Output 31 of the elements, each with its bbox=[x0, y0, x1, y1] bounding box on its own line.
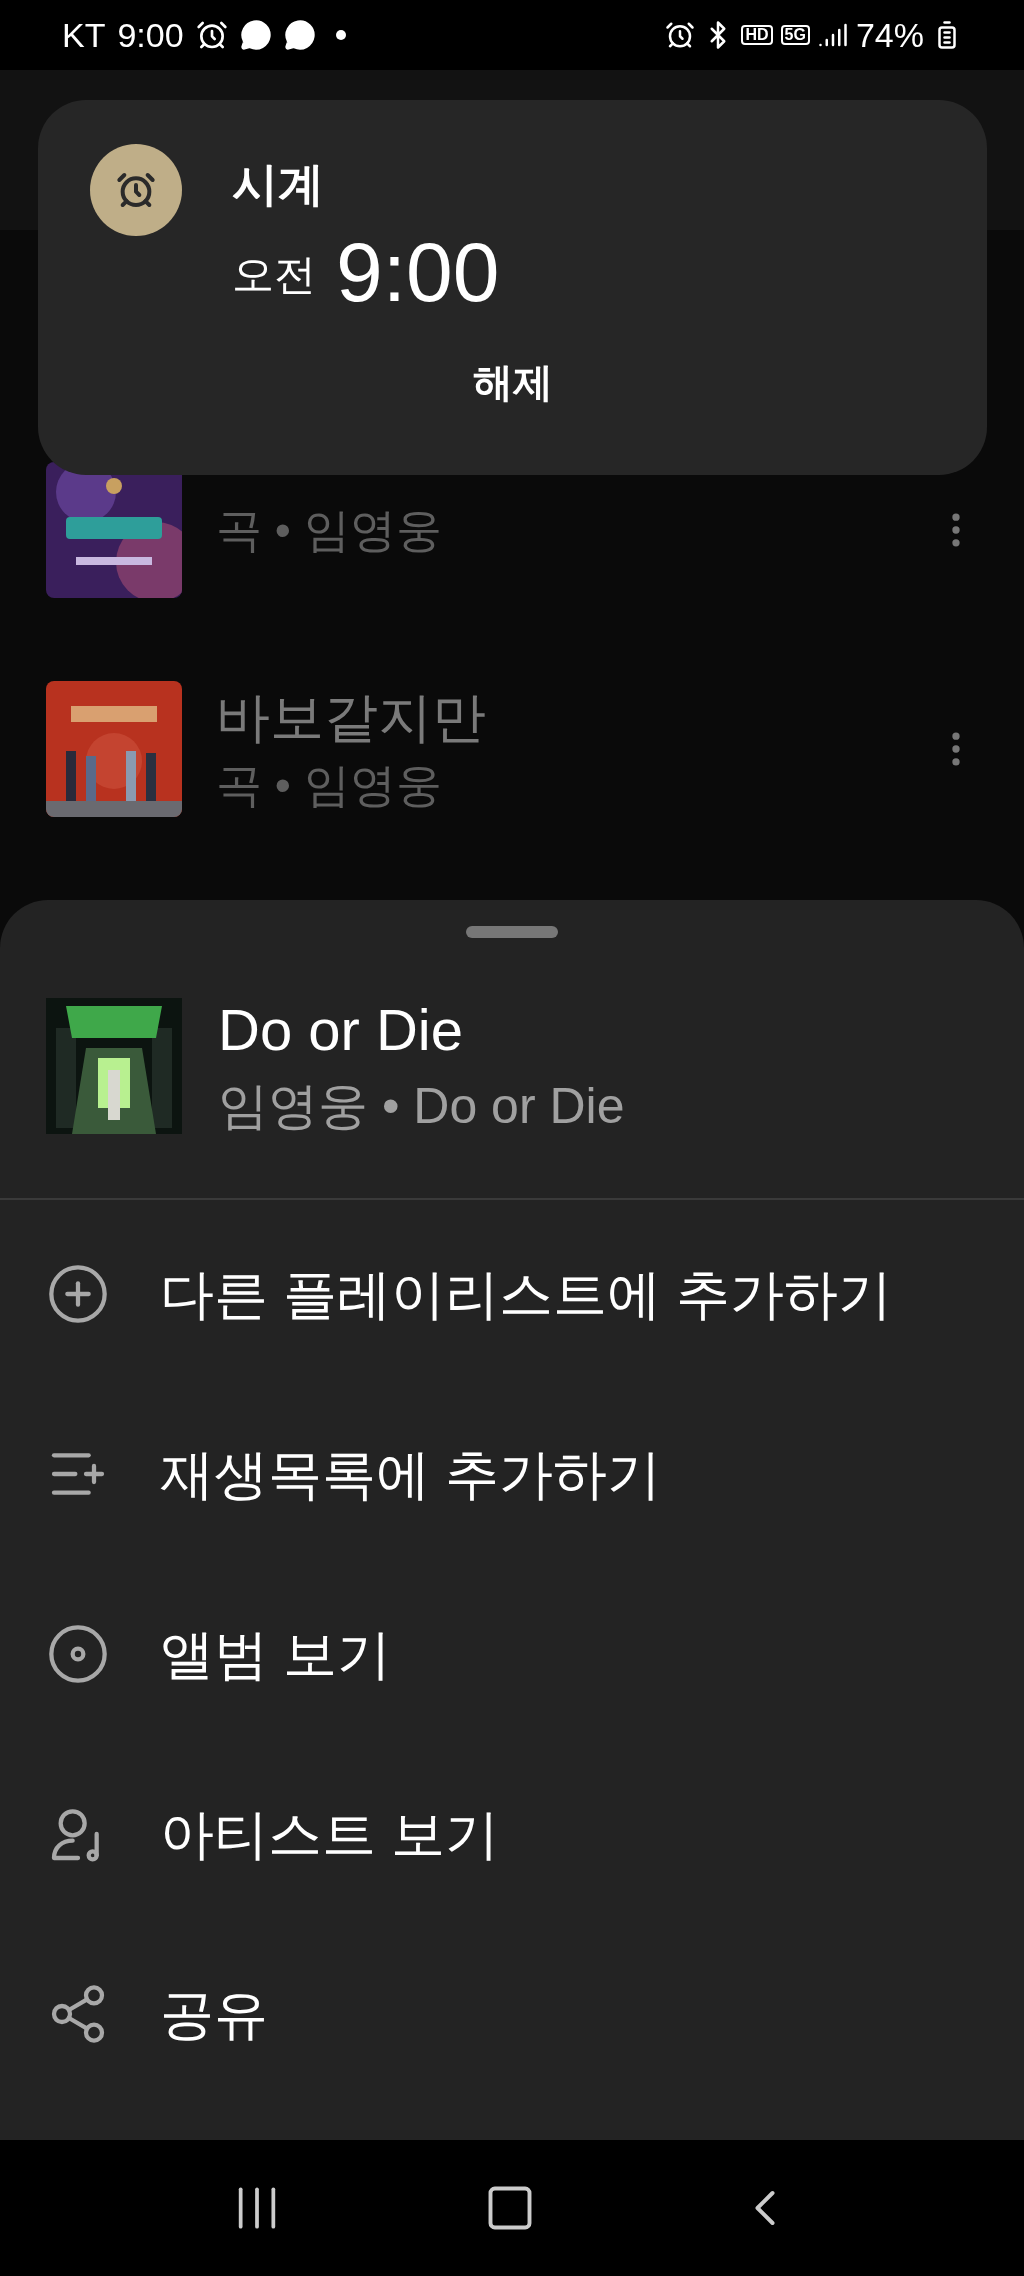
menu-item[interactable]: 아티스트 보기 bbox=[0, 1744, 1024, 1924]
menu-item-label: 아티스트 보기 bbox=[160, 1802, 499, 1866]
alarm-time: 9:00 bbox=[336, 230, 500, 314]
chat-bubble-icon bbox=[239, 19, 272, 51]
status-time: 9:00 bbox=[117, 14, 184, 56]
track-subtitle: 임영웅 • Do or Die bbox=[218, 1081, 625, 1131]
song-subtitle: 곡 • 임영웅 bbox=[216, 762, 443, 808]
song-subtitle: 곡 • 임영웅 bbox=[216, 507, 443, 553]
network-label: 5G bbox=[780, 25, 810, 45]
meridiem-label: 오전 bbox=[232, 250, 316, 300]
add-circle-icon bbox=[46, 1262, 110, 1326]
disc-icon bbox=[46, 1622, 110, 1686]
menu-item-label: 공유 bbox=[160, 1982, 268, 2046]
alarm-icon bbox=[195, 19, 228, 51]
song-title: 바보같지만 bbox=[216, 690, 487, 744]
alarm-icon bbox=[665, 20, 696, 50]
battery-percent: 74% bbox=[855, 14, 924, 56]
drag-handle[interactable] bbox=[466, 926, 558, 938]
menu-item[interactable]: 다른 플레이리스트에 추가하기 bbox=[0, 1204, 1024, 1384]
menu-item[interactable]: 재생목록에 추가하기 bbox=[0, 1384, 1024, 1564]
menu-item-label: 재생목록에 추가하기 bbox=[160, 1442, 661, 1506]
speech-bubble-icon bbox=[283, 19, 316, 51]
menu-item[interactable]: 앨범 보기 bbox=[0, 1564, 1024, 1744]
track-title: Do or Die bbox=[218, 1001, 464, 1059]
menu-item[interactable]: 공유 bbox=[0, 1924, 1024, 2104]
carrier-label: KT bbox=[62, 14, 106, 56]
app-name: 시계 bbox=[232, 156, 324, 212]
menu-item-label: 앨범 보기 bbox=[160, 1622, 391, 1686]
hd-badge: HD bbox=[741, 25, 773, 45]
dismiss-button[interactable]: 해제 bbox=[472, 352, 553, 412]
menu-item-label: 다른 플레이리스트에 추가하기 bbox=[160, 1262, 892, 1326]
